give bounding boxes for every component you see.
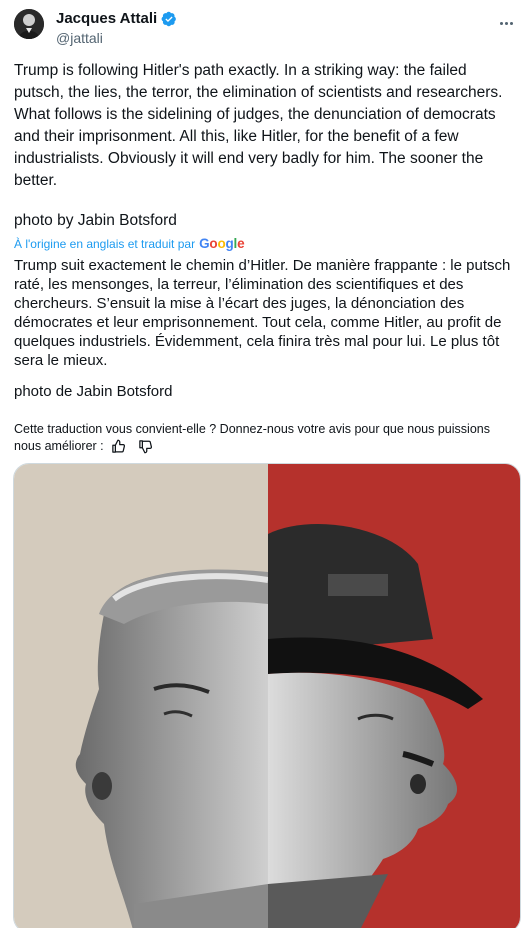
tweet-text-translated: Trump suit exactement le chemin d’Hitler… — [14, 257, 515, 369]
avatar-portrait — [14, 9, 44, 39]
photo-credit-original: photo by Jabin Botsford — [14, 212, 177, 229]
avatar[interactable] — [14, 9, 44, 39]
verified-badge-icon — [161, 11, 176, 26]
feedback-prompt: Cette traduction vous convient-elle ? Do… — [14, 422, 490, 453]
more-options-button[interactable] — [495, 13, 517, 33]
name-row: Jacques Attali — [56, 10, 177, 27]
image-right-panel — [268, 464, 520, 928]
tweet-image[interactable] — [13, 463, 521, 928]
dot-icon — [499, 21, 503, 25]
translation-attribution[interactable]: À l'origine en anglais et traduit par Go… — [14, 236, 245, 251]
tweet-text-original: Trump is following Hitler's path exactly… — [14, 62, 507, 189]
translation-label: À l'origine en anglais et traduit par — [14, 236, 196, 251]
image-left-panel — [14, 464, 269, 928]
dot-icon — [504, 21, 508, 25]
trump-profile-illustration — [75, 569, 269, 928]
dot-icon — [509, 21, 513, 25]
display-name[interactable]: Jacques Attali — [56, 10, 157, 27]
handle[interactable]: @jattali — [56, 30, 103, 46]
photo-credit-translated: photo de Jabin Botsford — [14, 383, 173, 400]
translation-feedback: Cette traduction vous convient-elle ? Do… — [14, 421, 517, 455]
thumbs-up-icon[interactable] — [111, 439, 126, 454]
thumbs-down-icon[interactable] — [138, 439, 153, 454]
google-logo: Google — [199, 236, 245, 251]
tweet-header: Jacques Attali @jattali — [14, 9, 517, 49]
hitler-profile-illustration — [268, 524, 483, 928]
